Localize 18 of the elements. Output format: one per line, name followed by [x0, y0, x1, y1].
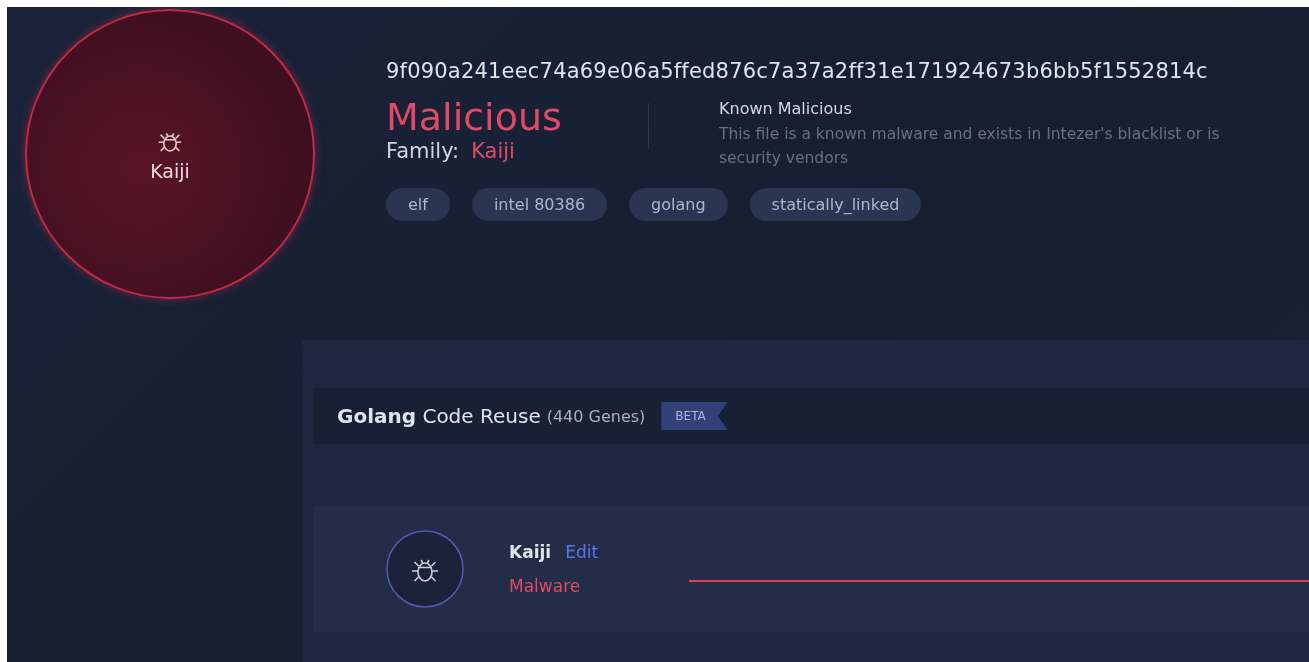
family-name: Kaiji — [150, 160, 190, 182]
section-title: Golang Code Reuse — [337, 404, 541, 428]
tag[interactable]: statically_linked — [749, 188, 922, 221]
tag[interactable]: intel 80386 — [471, 188, 608, 221]
tag[interactable]: elf — [386, 188, 450, 221]
bug-icon — [385, 529, 465, 609]
verdict-label: Malicious — [386, 95, 563, 139]
family-type: Malware — [509, 576, 582, 596]
edit-link[interactable]: Edit — [565, 542, 599, 562]
classification-title: Known Malicious — [719, 99, 853, 118]
family-value: Kaiji — [471, 139, 515, 163]
tag[interactable]: golang — [629, 188, 728, 221]
beta-badge: BETA — [661, 402, 728, 430]
classification-description: This file is a known malware and exists in Intezer's blacklist or is security vendors — [719, 124, 1220, 169]
family-label: Family: — [386, 139, 460, 163]
family-name: Kaiji — [509, 542, 552, 562]
gene-count: (440 Genes) — [546, 406, 646, 426]
file-hash: 9f090a241eec74a69e06a5ffed876c7a37a2ff31e171924673b6bb5f1552814c — [386, 59, 1209, 83]
